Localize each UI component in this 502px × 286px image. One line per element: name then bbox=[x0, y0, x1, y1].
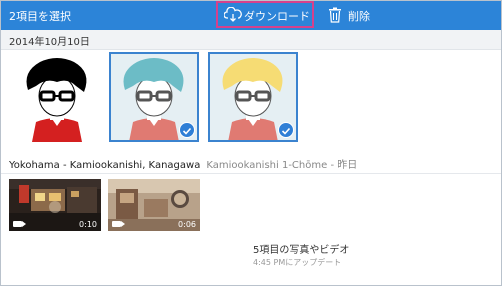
date-label: 2014年10月10日 bbox=[9, 37, 90, 48]
selection-count: 2項目を選択 bbox=[9, 10, 71, 23]
photo-thumbnail-2[interactable] bbox=[109, 52, 199, 142]
delete-button[interactable]: 削除 bbox=[328, 7, 370, 27]
selected-check-icon bbox=[179, 122, 195, 138]
video-duration: 0:10 bbox=[79, 220, 97, 229]
video-camera-icon bbox=[13, 221, 26, 227]
location-detail: Kamiookanishi 1-Chōme - 昨日 bbox=[206, 160, 358, 171]
download-label: ダウンロード bbox=[244, 10, 310, 23]
selected-check-icon bbox=[278, 122, 294, 138]
photo-thumbnail-1[interactable] bbox=[12, 52, 102, 142]
date-header: 2014年10月10日 bbox=[1, 30, 501, 50]
section-divider bbox=[1, 173, 501, 174]
photos-window: 2項目を選択 ダウンロード 削除 2014年10月10日 Yokohama - … bbox=[0, 0, 502, 286]
photo-thumbnail-3[interactable] bbox=[208, 52, 298, 142]
last-updated-text: 4:45 PMにアップデート bbox=[253, 258, 342, 267]
delete-label: 削除 bbox=[348, 10, 370, 23]
location-label: Yokohama - Kamiookanishi, Kanagawa Kamioo… bbox=[9, 156, 357, 171]
video-camera-icon bbox=[112, 221, 125, 227]
location-place: Yokohama - Kamiookanishi, Kanagawa bbox=[9, 160, 201, 171]
item-count-summary: 5項目の写真やビデオ bbox=[253, 245, 350, 256]
download-button[interactable]: ダウンロード bbox=[216, 1, 314, 28]
trash-icon bbox=[329, 7, 341, 23]
video-duration: 0:06 bbox=[178, 220, 196, 229]
video-thumbnail-1[interactable]: 0:10 bbox=[9, 179, 101, 231]
video-thumbnail-2[interactable]: 0:06 bbox=[108, 179, 200, 231]
cloud-download-icon bbox=[224, 7, 242, 22]
avatar-image-1 bbox=[12, 52, 102, 142]
toolbar: 2項目を選択 ダウンロード 削除 bbox=[1, 1, 501, 30]
